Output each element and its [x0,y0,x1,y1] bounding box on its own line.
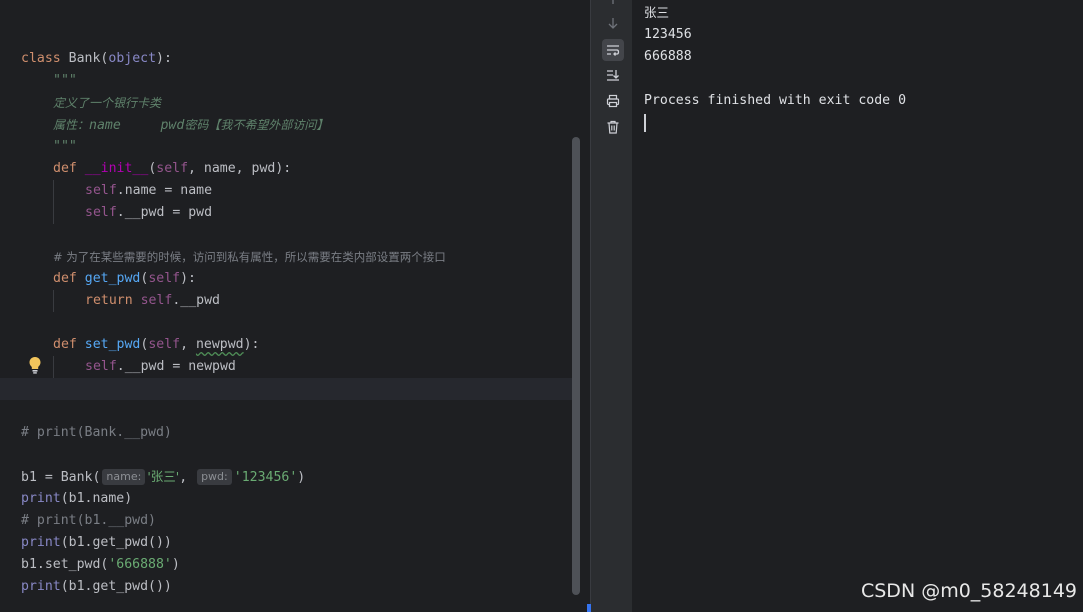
arrow-up-icon [612,0,614,4]
code-comment-print-bank[interactable]: # print(Bank.__pwd) [21,422,172,444]
code-line-get-body[interactable]: return self.__pwd [85,290,220,312]
scroll-to-end-icon [607,70,619,81]
code-line-b1-assign[interactable]: b1 = Bank(name: '张三', pwd: '123456') [21,466,305,488]
soft-wrap-icon [607,45,620,56]
code-comment-print-pwd[interactable]: # print(b1.__pwd) [21,510,156,532]
code-line-get-def[interactable]: def get_pwd(self): [53,268,196,290]
docstring-close[interactable]: """ [53,136,77,158]
code-line-init-def[interactable]: def __init__(self, name, pwd): [53,158,291,180]
code-editor[interactable]: class Bank(object): """ 定义了一个银行卡类 属性：nam… [0,0,585,612]
editor-scrollbar[interactable] [572,137,580,595]
console-output-line: 张三 [644,5,670,20]
print-button[interactable] [602,90,624,112]
code-line-print-name[interactable]: print(b1.name) [21,488,132,510]
run-toolbar [591,0,632,612]
soft-wrap-button[interactable] [602,39,624,61]
code-line-init-body-pwd[interactable]: self.__pwd = pwd [85,202,212,224]
print-icon [606,94,620,108]
typo-underlined-param: newpwd [195,337,244,352]
scroll-to-end-button[interactable] [602,64,624,86]
param-hint-pwd: pwd: [197,469,232,485]
lightbulb-icon[interactable] [28,356,42,374]
current-line-highlight [0,378,580,400]
arrow-down-icon [608,18,618,29]
code-line-class[interactable]: class Bank(object): [21,48,172,70]
clear-all-button[interactable] [602,116,624,138]
indent-guide [53,180,54,224]
code-line-init-body-name[interactable]: self.name = name [85,180,212,202]
param-hint-name: name: [102,469,146,485]
indent-guide [53,290,54,312]
code-comment-access[interactable]: # 为了在某些需要的时候，访问到私有属性，所以需要在类内部设置两个接口 [53,246,446,268]
code-line-print-get-1[interactable]: print(b1.get_pwd()) [21,532,172,554]
console-output-line: 123456 [644,27,692,42]
console-caret [644,114,646,132]
indent-guide [53,356,54,378]
console-output-line: 666888 [644,49,692,64]
docstring-attributes[interactable]: 属性：name pwd密码【我不希望外部访问】 [53,114,328,136]
trash-icon [607,120,619,134]
docstring-open[interactable]: """ [53,70,77,92]
console-exit-message: Process finished with exit code 0 [644,93,907,108]
code-line-set-body[interactable]: self.__pwd = newpwd [85,356,236,378]
code-line-set-call[interactable]: b1.set_pwd('666888') [21,554,180,576]
scroll-down-button[interactable] [602,12,624,34]
code-line-set-def[interactable]: def set_pwd(self, newpwd): [53,334,260,356]
docstring-description[interactable]: 定义了一个银行卡类 [53,92,161,114]
scroll-up-button[interactable] [602,0,624,10]
code-line-print-get-2[interactable]: print(b1.get_pwd()) [21,576,172,598]
run-console[interactable]: 张三 123456 666888 Process finished with e… [632,0,1083,612]
watermark: CSDN @m0_58248149 [860,580,1077,602]
